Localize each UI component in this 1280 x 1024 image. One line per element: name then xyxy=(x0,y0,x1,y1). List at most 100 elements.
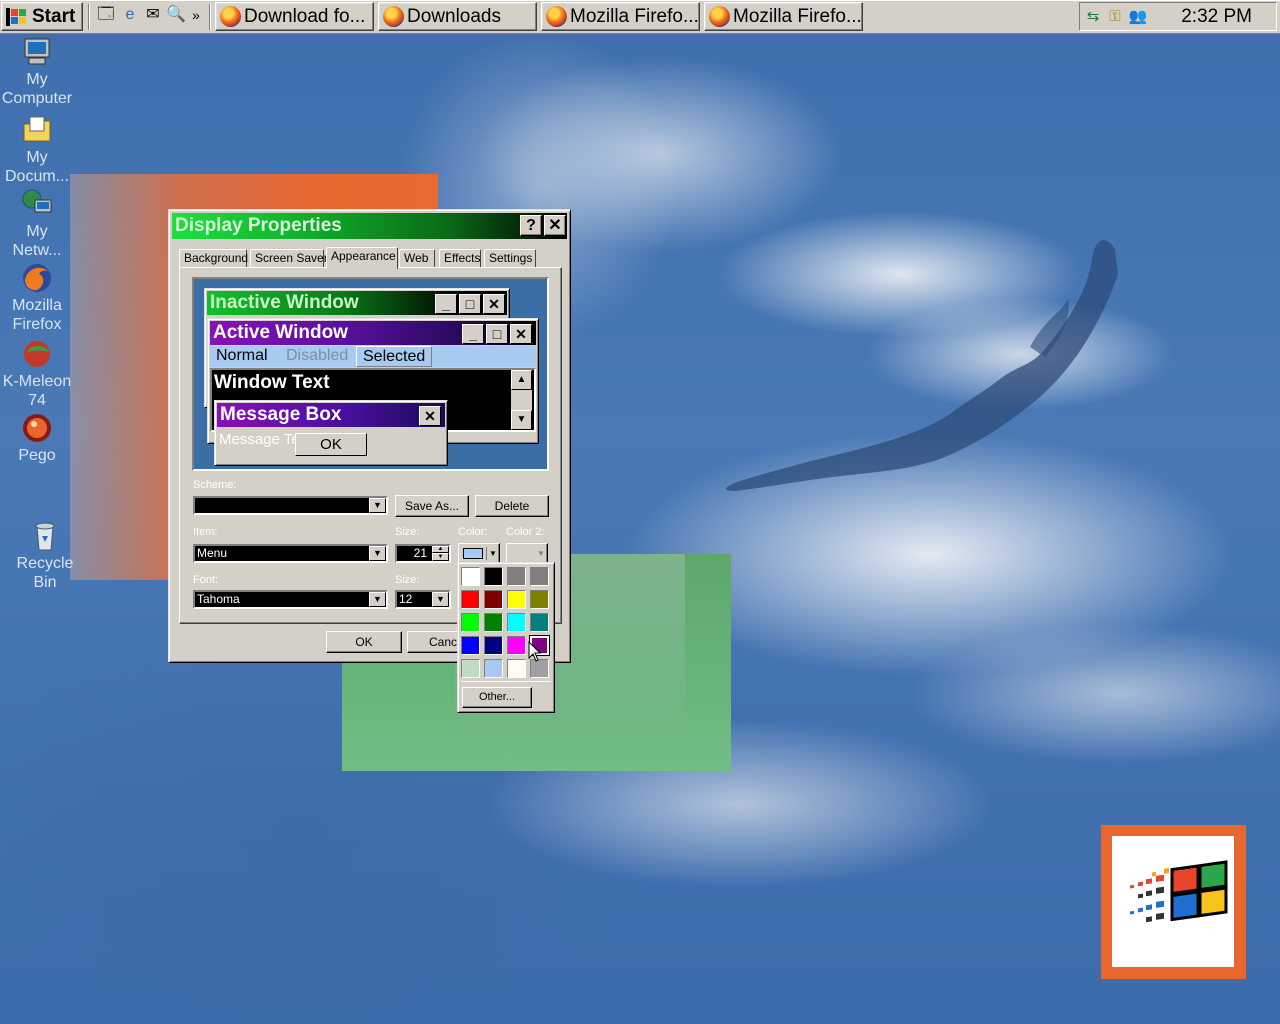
item-dropdown[interactable]: Menu ▼ xyxy=(193,544,388,563)
taskbar-button-firefox-2[interactable]: Mozilla Firefo... xyxy=(704,2,863,31)
firefox-icon xyxy=(383,6,404,27)
network-tray-icon[interactable]: ⇆ xyxy=(1082,6,1104,28)
system-tray: ⇆ ⚿ 👥 2:32 PM xyxy=(1079,2,1277,31)
preview-inactive-title-text: Inactive Window xyxy=(210,292,359,313)
taskbar-button-label: Downloads xyxy=(407,6,501,27)
color-swatch[interactable] xyxy=(507,590,526,609)
color-swatch[interactable] xyxy=(484,659,503,678)
color-swatch[interactable] xyxy=(507,659,526,678)
other-color-button[interactable]: Other... xyxy=(462,687,532,708)
show-desktop-icon[interactable]: 🗔 xyxy=(96,4,116,26)
color-swatch[interactable] xyxy=(530,567,549,586)
windows-flag-icon xyxy=(6,8,26,26)
item-label: Item: xyxy=(193,526,218,538)
taskbar-button-label: Mozilla Firefo... xyxy=(733,6,862,27)
font-value: Tahoma xyxy=(197,592,240,606)
maximize-icon: □ xyxy=(486,324,508,344)
color-swatch[interactable] xyxy=(461,567,480,586)
font-size-dropdown[interactable]: 12 ▼ xyxy=(395,590,451,609)
preview-window-text: Window Text xyxy=(214,372,330,393)
delete-button[interactable]: Delete xyxy=(475,495,549,517)
color-swatch[interactable] xyxy=(507,613,526,632)
close-icon: ✕ xyxy=(510,324,532,344)
windows-logo-tile xyxy=(1101,825,1246,979)
color2-picker-button[interactable]: ▼ xyxy=(506,543,548,564)
color-label: Color: xyxy=(458,526,488,538)
users-tray-icon[interactable]: 👥 xyxy=(1127,6,1149,28)
scheme-label: Scheme: xyxy=(193,479,237,491)
preview-inactive-title: Inactive Window _ □ ✕ xyxy=(207,291,507,315)
preview-active-title-text: Active Window xyxy=(213,322,348,343)
scroll-up-icon: ▲ xyxy=(511,370,532,390)
tab-settings[interactable]: Settings xyxy=(484,249,536,268)
tab-screen-saver[interactable]: Screen Saver xyxy=(250,249,328,268)
taskbar-separator xyxy=(88,4,90,30)
ok-button[interactable]: OK xyxy=(326,631,402,653)
taskbar-button-downloads[interactable]: Downloads xyxy=(378,2,537,31)
desktop-icon-my-computer[interactable]: My Computer xyxy=(0,36,74,108)
my-network-icon xyxy=(21,188,53,220)
quick-launch-chevron[interactable]: » xyxy=(189,4,203,26)
color-picker-button[interactable]: ▼ xyxy=(458,543,500,564)
desktop-icon-recycle-bin[interactable]: Recycle Bin xyxy=(8,520,82,592)
preview-message-box[interactable]: Message Box ✕ Message Text OK xyxy=(214,400,448,466)
chevron-down-icon: ▼ xyxy=(537,549,545,558)
desktop-icon-pego[interactable]: Pego xyxy=(0,412,74,465)
save-as-button[interactable]: Save As... xyxy=(395,495,469,517)
desktop-icon-firefox[interactable]: Mozilla Firefox xyxy=(0,262,74,334)
color-swatch[interactable] xyxy=(484,590,503,609)
font-dropdown[interactable]: Tahoma ▼ xyxy=(193,590,388,609)
item-value: Menu xyxy=(197,546,228,560)
color-swatch[interactable] xyxy=(530,590,549,609)
preview-scrollbar: ▲ ▼ xyxy=(511,370,532,430)
preview-menu-normal: Normal xyxy=(216,347,268,364)
color-swatch[interactable] xyxy=(484,613,503,632)
windows-flag-icon xyxy=(1130,860,1228,923)
help-button[interactable]: ? xyxy=(520,215,542,236)
tab-appearance[interactable]: Appearance xyxy=(326,247,398,269)
color-swatch-preview xyxy=(463,548,483,559)
dialog-title: Display Properties xyxy=(175,215,342,236)
dialog-titlebar[interactable]: Display Properties ? ✕ xyxy=(172,213,567,239)
item-size-stepper[interactable]: 21 ▲ ▼ xyxy=(395,544,451,563)
stepper-arrows-icon[interactable]: ▲ ▼ xyxy=(432,546,449,561)
clock[interactable]: 2:32 PM xyxy=(1181,6,1252,28)
taskbar-button-download[interactable]: Download fo... xyxy=(215,2,374,31)
item-size-label: Size: xyxy=(395,526,420,538)
start-button[interactable]: Start xyxy=(1,2,83,31)
color-swatch[interactable] xyxy=(461,659,480,678)
internet-explorer-icon[interactable]: e xyxy=(120,4,140,26)
color2-label: Color 2: xyxy=(506,526,545,538)
color-swatch[interactable] xyxy=(507,636,526,655)
preview-message-box-title: Message Box ✕ xyxy=(217,403,445,427)
tab-background[interactable]: Background xyxy=(179,249,248,268)
tab-effects[interactable]: Effects xyxy=(439,249,481,268)
font-size-value: 12 xyxy=(399,592,413,606)
chevron-down-icon: ▼ xyxy=(432,592,449,607)
item-size-value: 21 xyxy=(413,546,427,560)
desktop-icon-my-network[interactable]: My Netw... xyxy=(0,188,74,260)
key-tray-icon[interactable]: ⚿ xyxy=(1104,6,1126,28)
scroll-down-icon: ▼ xyxy=(511,410,532,430)
color-swatch[interactable] xyxy=(484,636,503,655)
appearance-preview[interactable]: Inactive Window _ □ ✕ Active Window _ □ … xyxy=(192,277,549,471)
outlook-express-icon[interactable]: ✉ xyxy=(143,4,163,26)
color-swatch[interactable] xyxy=(461,590,480,609)
color-swatch[interactable] xyxy=(530,613,549,632)
taskbar-button-firefox-1[interactable]: Mozilla Firefo... xyxy=(541,2,700,31)
scheme-dropdown[interactable]: ▼ xyxy=(193,496,388,515)
wallpaper-diver-silhouette xyxy=(725,240,1118,491)
desktop-icon-k-meleon[interactable]: K-Meleon 74 xyxy=(0,338,74,410)
pego-icon xyxy=(21,412,53,444)
color-swatch[interactable] xyxy=(461,613,480,632)
close-button[interactable]: ✕ xyxy=(544,215,566,236)
preview-active-title: Active Window _ □ ✕ xyxy=(210,321,536,345)
desktop-icon-my-documents[interactable]: My Docum... xyxy=(0,114,74,186)
preview-menu-bar: Normal Disabled Selected xyxy=(210,346,536,367)
tab-web[interactable]: Web xyxy=(399,249,435,268)
preview-message-box-title-text: Message Box xyxy=(220,404,342,425)
color-swatch[interactable] xyxy=(484,567,503,586)
color-swatch[interactable] xyxy=(507,567,526,586)
color-swatch[interactable] xyxy=(461,636,480,655)
quick-launch-icon[interactable]: 🔍 xyxy=(166,4,186,26)
